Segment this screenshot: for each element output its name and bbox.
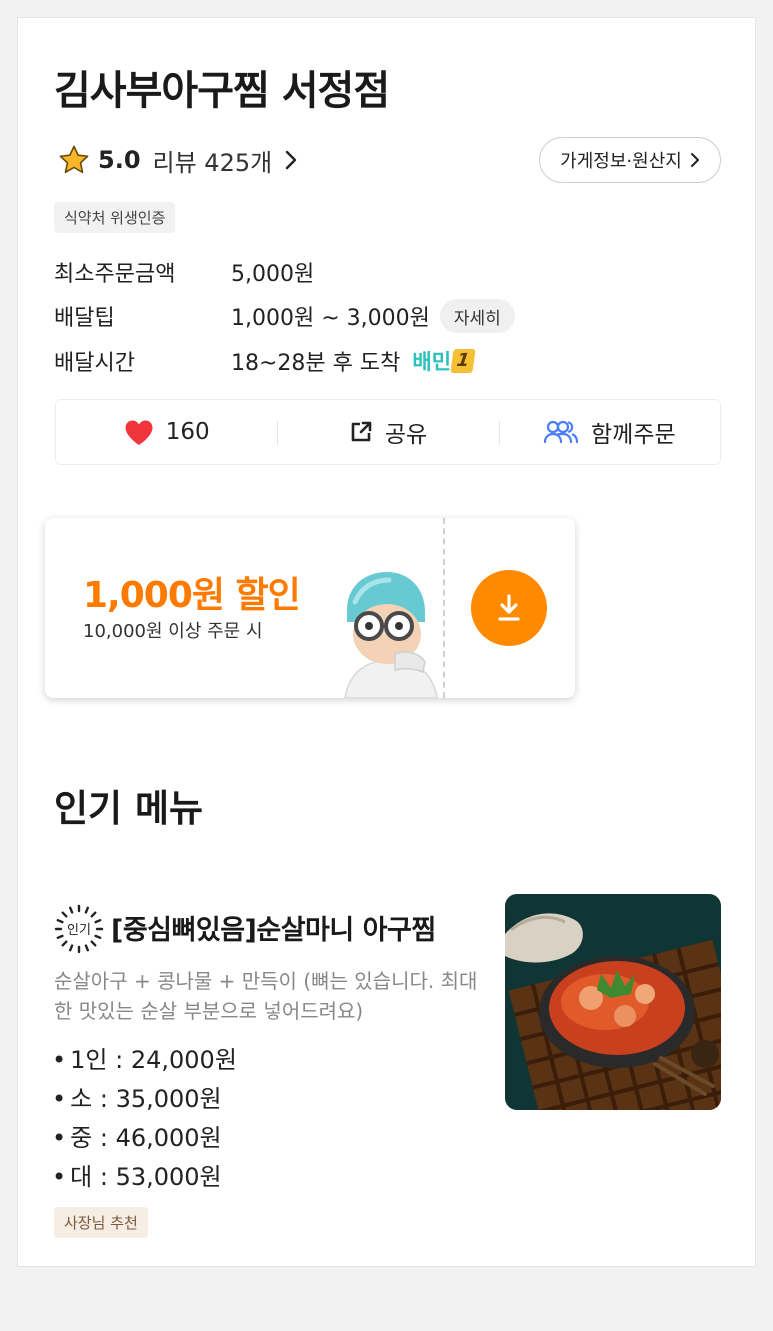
- price-option: 대 : 53,000원: [52, 1158, 237, 1197]
- star-icon: [59, 145, 89, 174]
- delivery-tip-label: 배달팁: [54, 306, 115, 331]
- popular-badge-text: 인기: [67, 923, 91, 938]
- price-option: 중 : 46,000원: [52, 1119, 237, 1158]
- store-card: 김사부아구찜 서정점 5.0 리뷰 425개 가게정보·원산지 식약처 위생인증…: [17, 17, 756, 1267]
- popular-menu-title: 인기 메뉴: [54, 787, 204, 830]
- share-label: 공유: [384, 422, 428, 448]
- share-button[interactable]: 공유: [277, 400, 498, 464]
- price-option: 1인 : 24,000원: [52, 1041, 237, 1080]
- delivery-time-row: 배달시간 18~28분 후 도착 배민 1: [54, 345, 476, 377]
- menu-item-description: 순살아구 + 콩나물 + 만득이 (뼈는 있습니다. 최대한 맛있는 순살 부분…: [54, 969, 478, 1023]
- baemin-badge-number: 1: [450, 349, 476, 373]
- share-icon: [351, 421, 372, 442]
- store-info-button[interactable]: 가게정보·원산지: [539, 137, 721, 183]
- like-button[interactable]: 160: [56, 400, 277, 464]
- rating-score: 5.0: [98, 146, 141, 174]
- chef-character-illustration: [344, 572, 438, 698]
- rating-review-link[interactable]: 5.0 리뷰 425개: [58, 144, 298, 177]
- group-order-label: 함께주문: [591, 422, 676, 448]
- coupon-condition: 10,000원 이상 주문 시: [83, 621, 263, 642]
- store-info-label: 가게정보·원산지: [560, 151, 682, 172]
- group-order-button[interactable]: 함께주문: [498, 400, 720, 464]
- chevron-right-icon: [286, 150, 297, 170]
- tip-detail-button[interactable]: 자세히: [439, 299, 515, 333]
- download-icon: [498, 594, 520, 621]
- coupon-amount: 1,000원 할인: [83, 575, 301, 616]
- discount-coupon[interactable]: 1,000원 할인 10,000원 이상 주문 시: [45, 518, 575, 698]
- action-bar: 160 공유 함께주문: [55, 399, 721, 465]
- baemin-one-badge: 배민 1: [412, 346, 476, 376]
- like-count: 160: [165, 419, 210, 445]
- popular-badge-icon: 인기: [54, 904, 104, 954]
- chevron-right-icon: [690, 153, 699, 167]
- coupon-download-button[interactable]: [471, 570, 547, 646]
- menu-item-name[interactable]: [중심뼈있음]순살마니 아구찜: [111, 908, 436, 947]
- price-option: 소 : 35,000원: [52, 1080, 237, 1119]
- delivery-tip-row: 배달팁 1,000원 ~ 3,000원 자세히: [54, 299, 515, 333]
- people-icon: [543, 420, 579, 444]
- coupon-divider: [443, 518, 445, 698]
- delivery-time-value: 18~28분 후 도착: [231, 351, 401, 376]
- min-order-row: 최소주문금액 5,000원: [54, 256, 314, 288]
- min-order-label: 최소주문금액: [54, 262, 176, 287]
- baemin-badge-text: 배민: [412, 350, 452, 374]
- min-order-value: 5,000원: [231, 262, 315, 287]
- review-count: 리뷰 425개: [152, 148, 273, 177]
- delivery-tip-value: 1,000원 ~ 3,000원: [231, 306, 430, 331]
- menu-price-list: 1인 : 24,000원 소 : 35,000원 중 : 46,000원 대 :…: [52, 1041, 237, 1197]
- owner-recommend-tag: 사장님 추천: [54, 1207, 148, 1238]
- delivery-time-label: 배달시간: [54, 351, 135, 376]
- heart-icon: [125, 420, 153, 445]
- menu-food-photo[interactable]: [505, 894, 721, 1110]
- hygiene-cert-tag: 식약처 위생인증: [54, 202, 176, 233]
- store-title: 김사부아구찜 서정점: [54, 68, 390, 114]
